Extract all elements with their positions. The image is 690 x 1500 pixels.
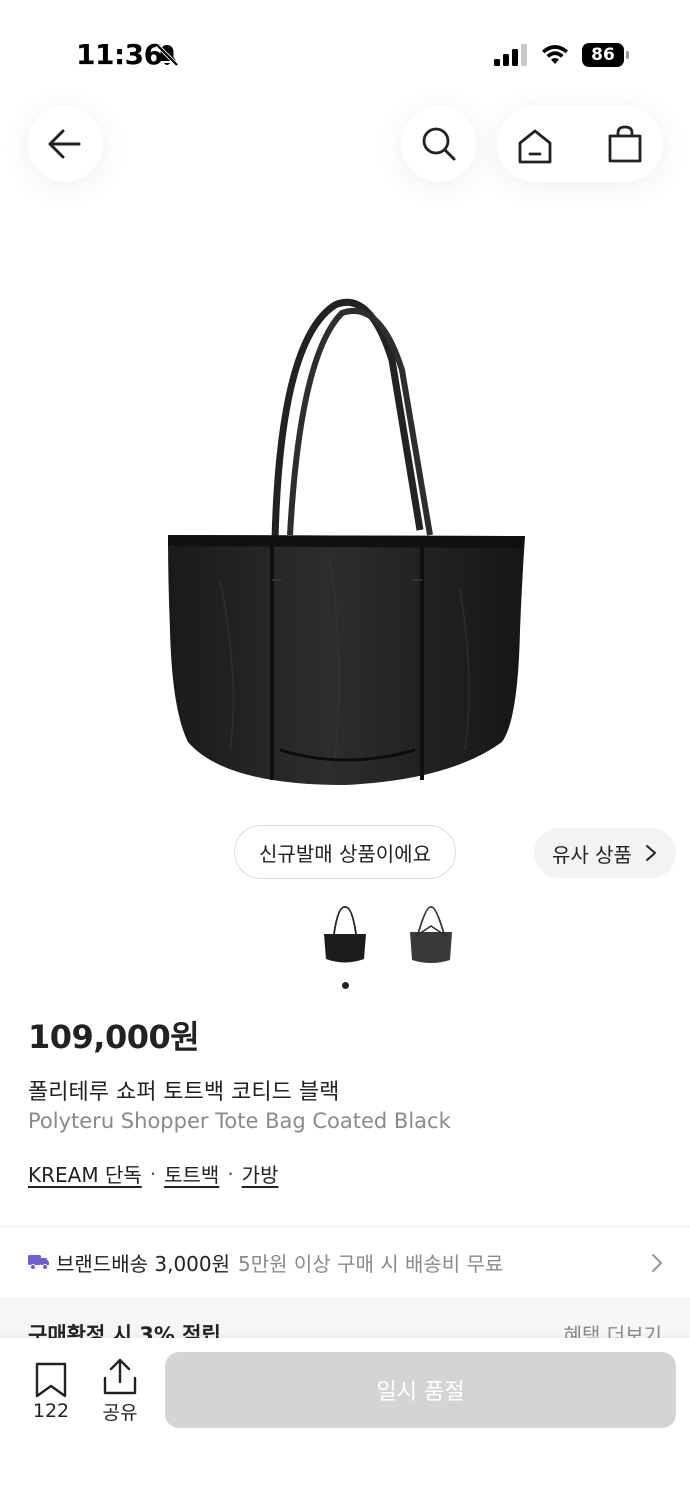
tag-kream-exclusive[interactable]: KREAM 단독 bbox=[28, 1159, 142, 1188]
product-name-english: Polyteru Shopper Tote Bag Coated Black bbox=[28, 1109, 451, 1133]
bookmark-icon bbox=[35, 1362, 67, 1398]
shipping-note: 5만원 이상 구매 시 배송비 무료 bbox=[238, 1251, 504, 1276]
sold-out-button[interactable]: 일시 품절 bbox=[165, 1352, 676, 1428]
bell-slash-icon bbox=[155, 43, 179, 67]
truck-icon bbox=[28, 1255, 49, 1270]
thumbnail-1[interactable] bbox=[320, 904, 370, 968]
wifi-icon bbox=[542, 45, 568, 64]
thumbnail-2[interactable] bbox=[406, 904, 456, 968]
product-name-korean: 폴리테루 쇼퍼 토트백 코티드 블랙 bbox=[28, 1080, 340, 1105]
similar-products-button[interactable]: 유사 상품 bbox=[534, 828, 676, 878]
search-button[interactable] bbox=[401, 106, 477, 182]
new-release-badge: 신규발매 상품이에요 bbox=[234, 825, 456, 879]
bottom-action-bar: 122 공유 일시 품절 bbox=[0, 1338, 690, 1500]
signal-icon bbox=[494, 44, 527, 66]
chevron-right-icon bbox=[646, 845, 656, 861]
shopping-bag-icon[interactable] bbox=[605, 124, 645, 164]
battery-tip bbox=[626, 51, 629, 59]
bookmark-count: 122 bbox=[32, 1400, 70, 1422]
shipping-info-row[interactable]: 브랜드배송 3,000원 5만원 이상 구매 시 배송비 무료 bbox=[0, 1227, 690, 1297]
tag-separator: · bbox=[227, 1161, 234, 1186]
header-action-group bbox=[497, 106, 663, 182]
similar-products-label: 유사 상품 bbox=[552, 842, 632, 867]
search-icon bbox=[422, 127, 456, 161]
product-price: 109,000원 bbox=[28, 1018, 200, 1056]
home-icon[interactable] bbox=[515, 126, 555, 166]
carousel-indicator-dot bbox=[342, 982, 349, 989]
shipping-label: 브랜드배송 3,000원 bbox=[56, 1251, 231, 1276]
share-button[interactable]: 공유 bbox=[96, 1358, 144, 1425]
tag-bag[interactable]: 가방 bbox=[242, 1159, 279, 1188]
status-bar: 11:36 86 bbox=[0, 0, 690, 100]
share-label: 공유 bbox=[102, 1402, 138, 1424]
tag-tote-bag[interactable]: 토트백 bbox=[164, 1159, 219, 1188]
arrow-left-icon bbox=[48, 129, 81, 159]
battery-indicator: 86 bbox=[582, 43, 630, 67]
chevron-right-icon bbox=[652, 1254, 662, 1272]
share-icon bbox=[103, 1358, 137, 1395]
status-time: 11:36 bbox=[76, 38, 163, 71]
tag-separator: · bbox=[149, 1161, 157, 1186]
battery-level: 86 bbox=[582, 43, 624, 67]
bookmark-button[interactable]: 122 bbox=[26, 1362, 76, 1422]
back-button[interactable] bbox=[27, 106, 103, 182]
product-tags: KREAM 단독 · 토트백 · 가방 bbox=[28, 1159, 278, 1188]
product-image[interactable] bbox=[130, 280, 560, 800]
